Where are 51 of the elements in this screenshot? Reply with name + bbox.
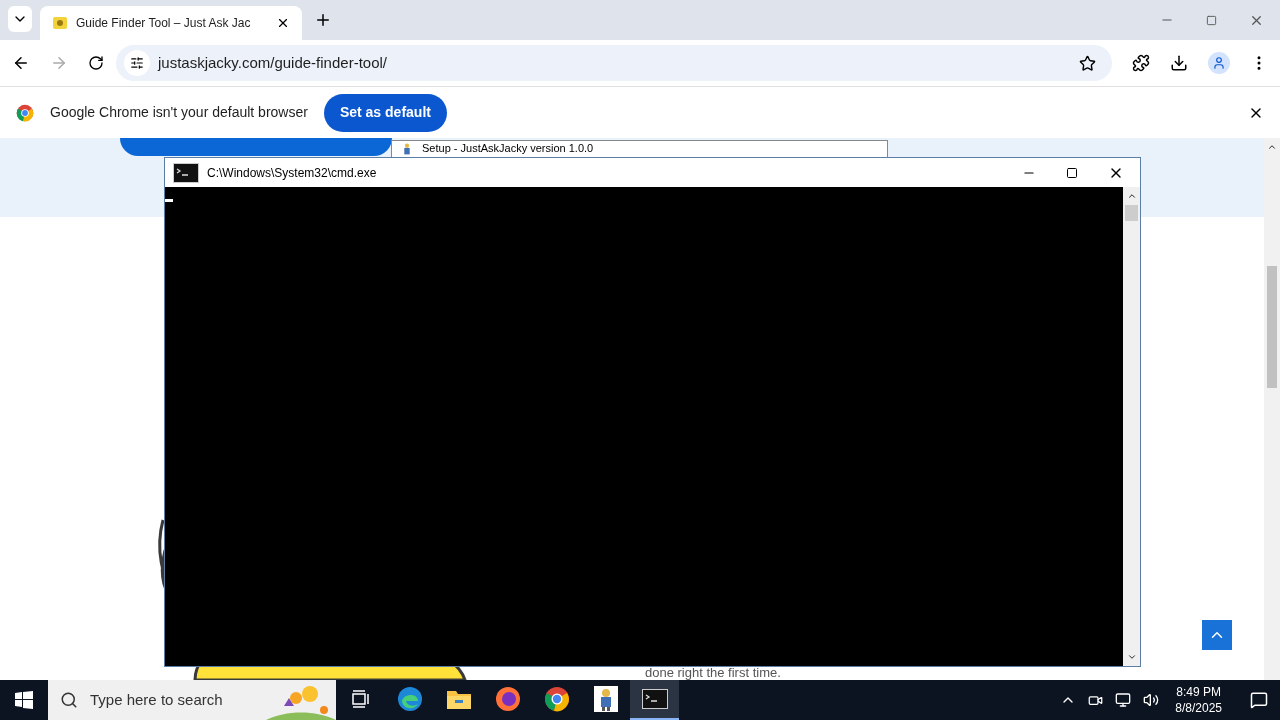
chrome-logo-icon: [16, 103, 34, 122]
setup-window-title: Setup - JustAskJacky version 1.0.0: [422, 142, 594, 155]
taskbar-app-button[interactable]: [630, 680, 679, 720]
volume-icon[interactable]: [1143, 692, 1160, 708]
network-icon[interactable]: [1115, 692, 1132, 708]
browser-icon: [494, 686, 521, 712]
installer-icon: [593, 686, 618, 712]
download-icon[interactable]: [1170, 54, 1188, 72]
tab-title: Guide Finder Tool – Just Ask Jac: [76, 15, 252, 32]
search-placeholder: Type here to search: [90, 689, 223, 710]
browser-icon: [396, 686, 423, 712]
tab-list-button[interactable]: [8, 6, 32, 32]
infobar-message: Google Chrome isn't your default browser: [50, 103, 308, 122]
restore-icon[interactable]: [1206, 14, 1217, 26]
extensions-icon[interactable]: [1132, 54, 1150, 72]
console-icon: [641, 689, 668, 709]
task-view-icon: [350, 690, 371, 708]
scroll-up-icon[interactable]: [1126, 191, 1137, 201]
bookmark-star-icon[interactable]: [1079, 54, 1096, 72]
url-text: justaskjacky.com/guide-finder-tool/: [158, 52, 387, 73]
set-default-button[interactable]: Set as default: [323, 93, 447, 132]
windows-logo-icon[interactable]: [15, 691, 33, 709]
reload-icon[interactable]: [88, 55, 104, 71]
chrome-icon: [543, 686, 570, 712]
address-bar[interactable]: justaskjacky.com/guide-finder-tool/: [116, 45, 1112, 81]
site-favicon: [52, 15, 68, 31]
new-tab-icon[interactable]: [314, 11, 332, 29]
profile-avatar[interactable]: [1208, 52, 1230, 74]
folder-icon: [445, 688, 472, 710]
scroll-up-icon[interactable]: [1267, 142, 1277, 152]
clock-time: 8:49 PM: [1176, 684, 1221, 700]
scrollbar-thumb[interactable]: [1267, 266, 1277, 388]
page-caption: done right the first time.: [645, 666, 781, 680]
console-icon: [173, 162, 199, 183]
page-scrollbar[interactable]: [1264, 138, 1280, 680]
scroll-down-icon[interactable]: [1126, 652, 1137, 662]
back-icon[interactable]: [12, 54, 30, 72]
site-settings-icon: [130, 56, 144, 70]
scroll-top-button[interactable]: [1202, 620, 1232, 650]
taskbar-clock[interactable]: 8:49 PM 8/8/2025: [1175, 684, 1222, 716]
site-info-button[interactable]: [124, 50, 150, 76]
maximize-icon[interactable]: [1066, 166, 1078, 179]
notifications-icon[interactable]: [1250, 691, 1268, 709]
search-icon: [60, 691, 78, 709]
console-scrollbar[interactable]: [1123, 187, 1140, 666]
clock-date: 8/8/2025: [1175, 700, 1222, 716]
console-window-title: C:\Windows\System32\cmd.exe: [207, 164, 377, 182]
scrollbar-thumb[interactable]: [1125, 205, 1138, 221]
taskbar-search-field[interactable]: Type here to search: [48, 680, 336, 720]
close-icon[interactable]: [276, 16, 290, 30]
browser-tab[interactable]: Guide Finder Tool – Just Ask Jac: [40, 6, 302, 40]
